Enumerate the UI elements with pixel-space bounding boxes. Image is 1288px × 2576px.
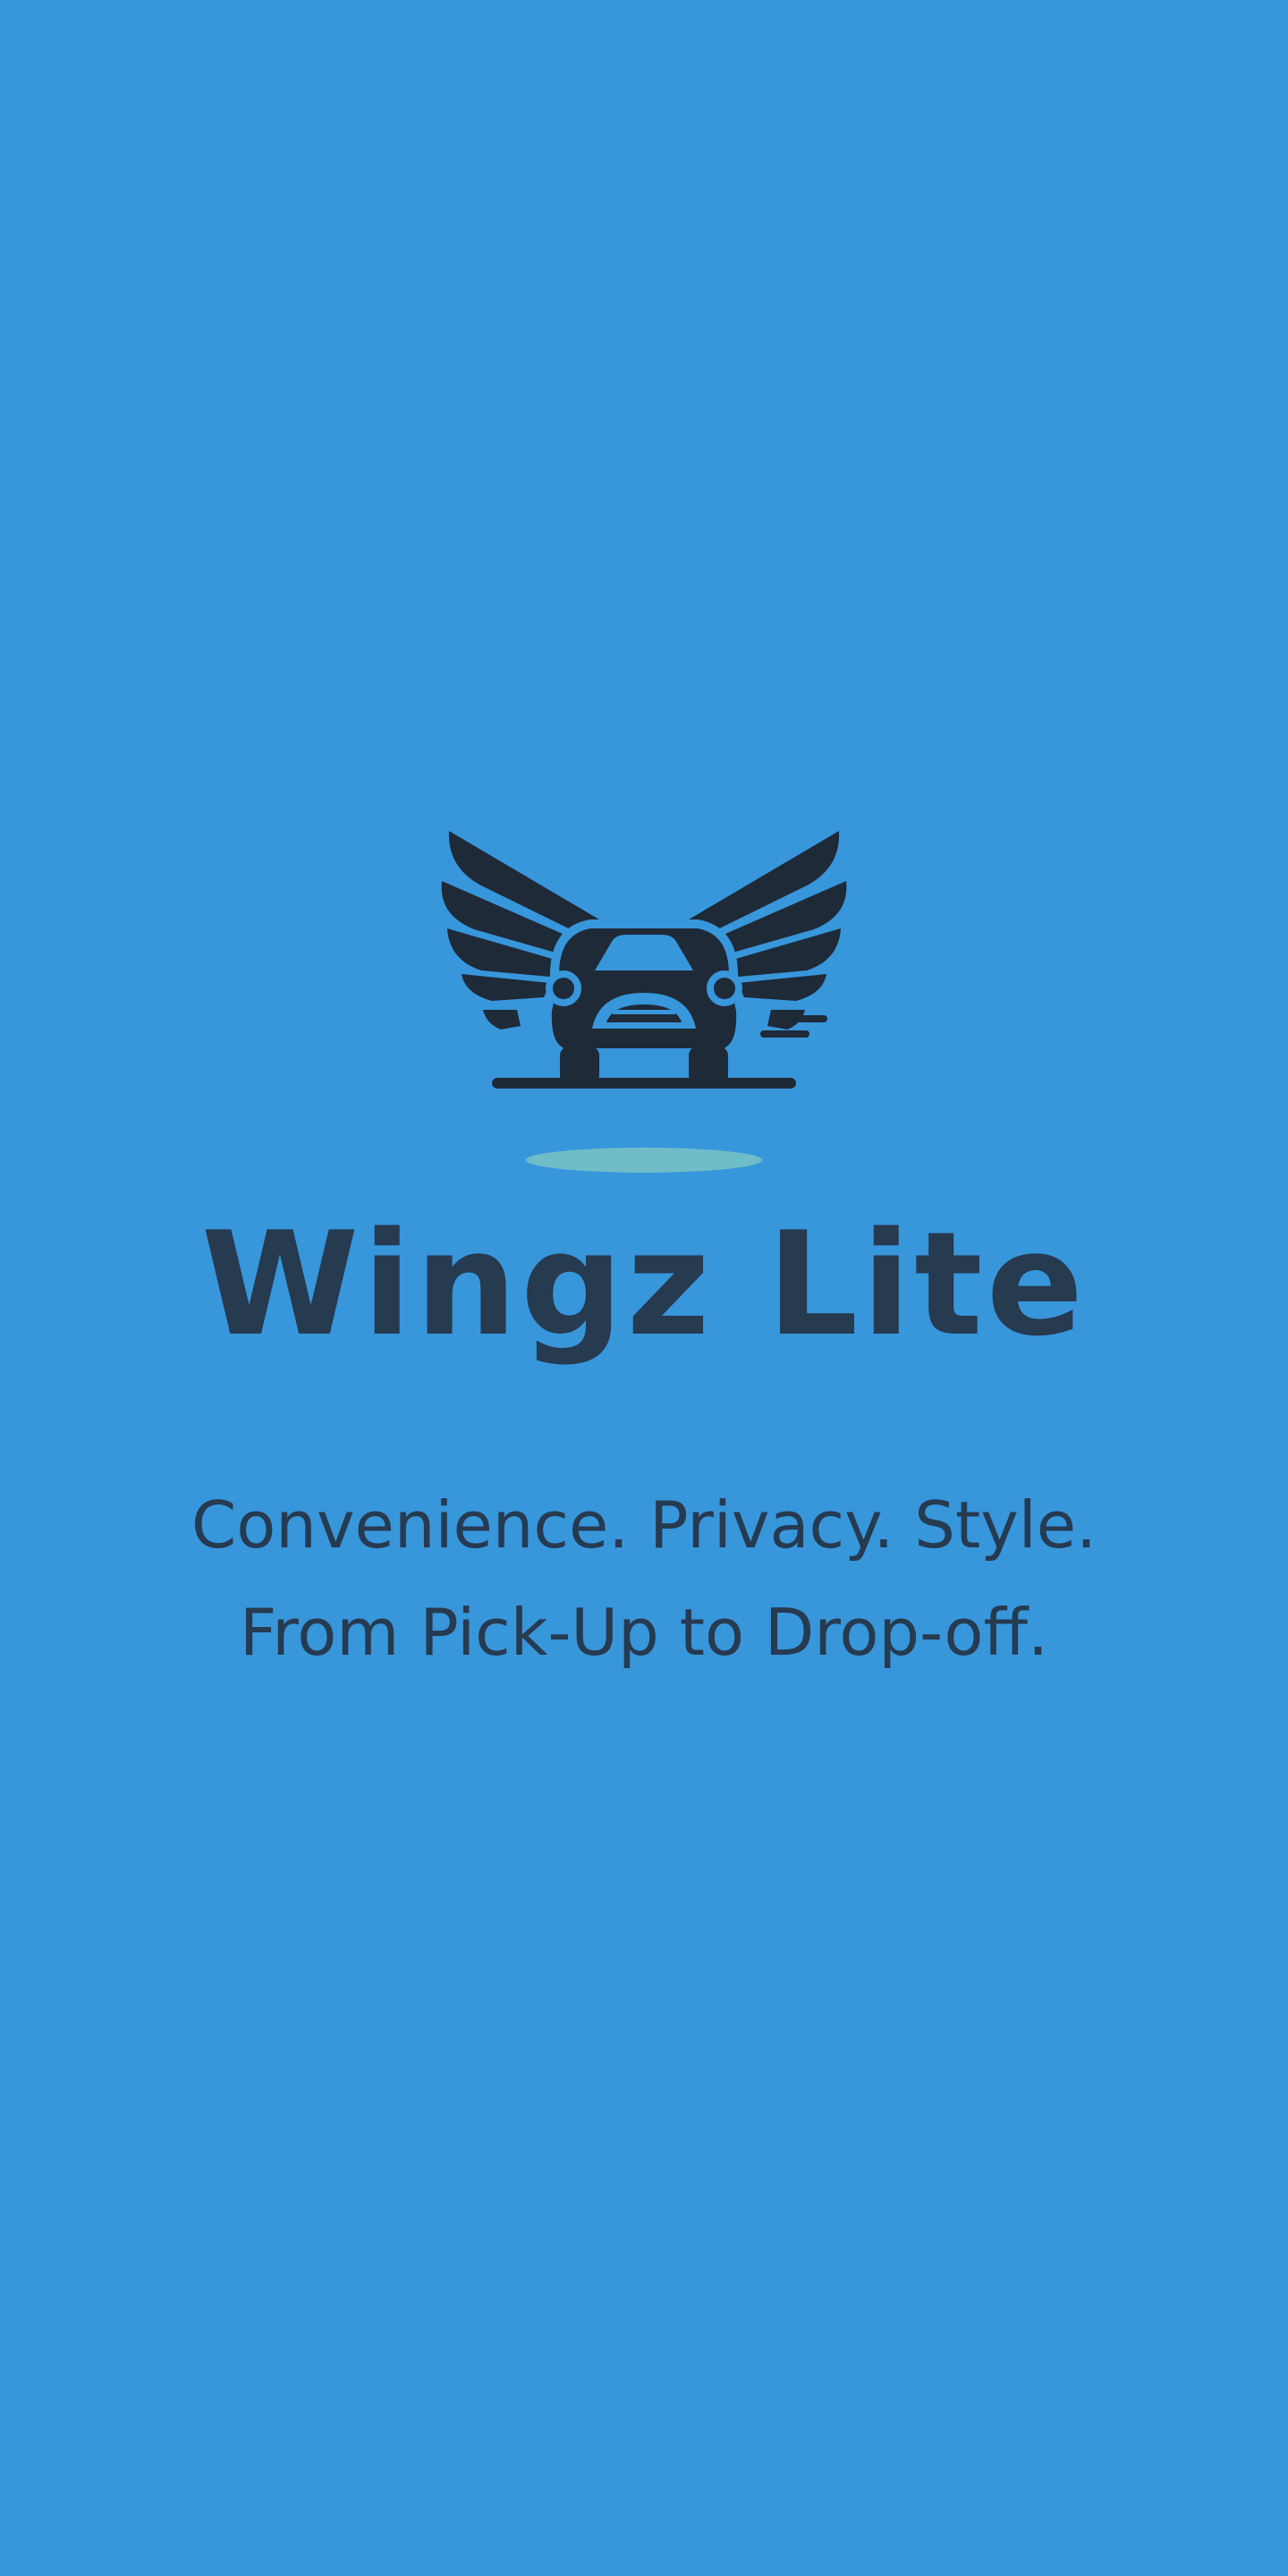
tagline-line-1: Convenience. Privacy. Style.: [191, 1487, 1097, 1563]
splash-screen: Wingz Lite Convenience. Privacy. Style. …: [0, 0, 1288, 2576]
app-title: Wingz Lite: [200, 1200, 1088, 1368]
logo-shadow: [526, 1148, 762, 1173]
winged-car-logo-icon: [429, 818, 859, 1176]
tagline-line-2: From Pick-Up to Drop-off.: [240, 1595, 1048, 1670]
